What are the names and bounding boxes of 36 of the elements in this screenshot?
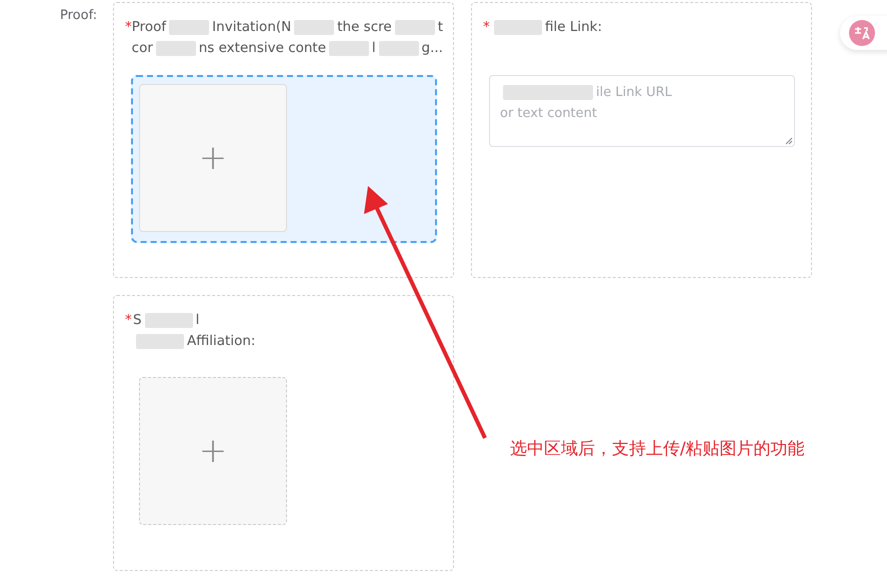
selected-upload-area[interactable]: + xyxy=(131,75,437,243)
label-text: l xyxy=(196,311,200,330)
redaction-block xyxy=(378,41,419,56)
label-text: Invitation(N xyxy=(212,18,292,37)
translate-button[interactable] xyxy=(840,16,887,50)
redaction-block xyxy=(169,20,210,35)
redaction-block xyxy=(494,20,542,35)
redaction-block xyxy=(329,41,369,56)
required-mark: * xyxy=(125,311,133,330)
redaction-block xyxy=(136,334,184,349)
required-mark: * xyxy=(125,18,132,37)
label-text: Affiliation: xyxy=(187,332,256,351)
upload-area[interactable]: + xyxy=(131,368,437,536)
resize-grip-icon xyxy=(785,137,793,145)
label-text: Proof xyxy=(132,18,166,37)
redaction-block xyxy=(294,20,334,35)
redaction-block xyxy=(144,313,193,328)
label-text: g... xyxy=(422,39,443,58)
label-text: cor xyxy=(132,39,153,58)
label-text: file Link: xyxy=(545,18,602,37)
redaction-block xyxy=(394,20,435,35)
label-text: ns extensive conte xyxy=(198,39,326,58)
placeholder-text: ile Link URL xyxy=(596,84,672,102)
field-label: Proof: xyxy=(60,8,98,23)
link-input-field[interactable]: ile Link URL or text content xyxy=(489,75,795,147)
label-text: the scre xyxy=(337,18,392,37)
placeholder-text: or text content xyxy=(500,105,597,123)
label-text: S xyxy=(133,311,142,330)
required-mark: * xyxy=(483,18,491,37)
label-text: t xyxy=(438,18,443,37)
annotation-text: 选中区域后，支持上传/粘贴图片的功能 xyxy=(510,438,805,460)
upload-button[interactable]: + xyxy=(139,84,287,232)
translate-icon xyxy=(849,20,875,46)
redaction-block xyxy=(156,41,196,56)
label-text: l xyxy=(372,39,376,58)
upload-button[interactable]: + xyxy=(139,377,287,525)
